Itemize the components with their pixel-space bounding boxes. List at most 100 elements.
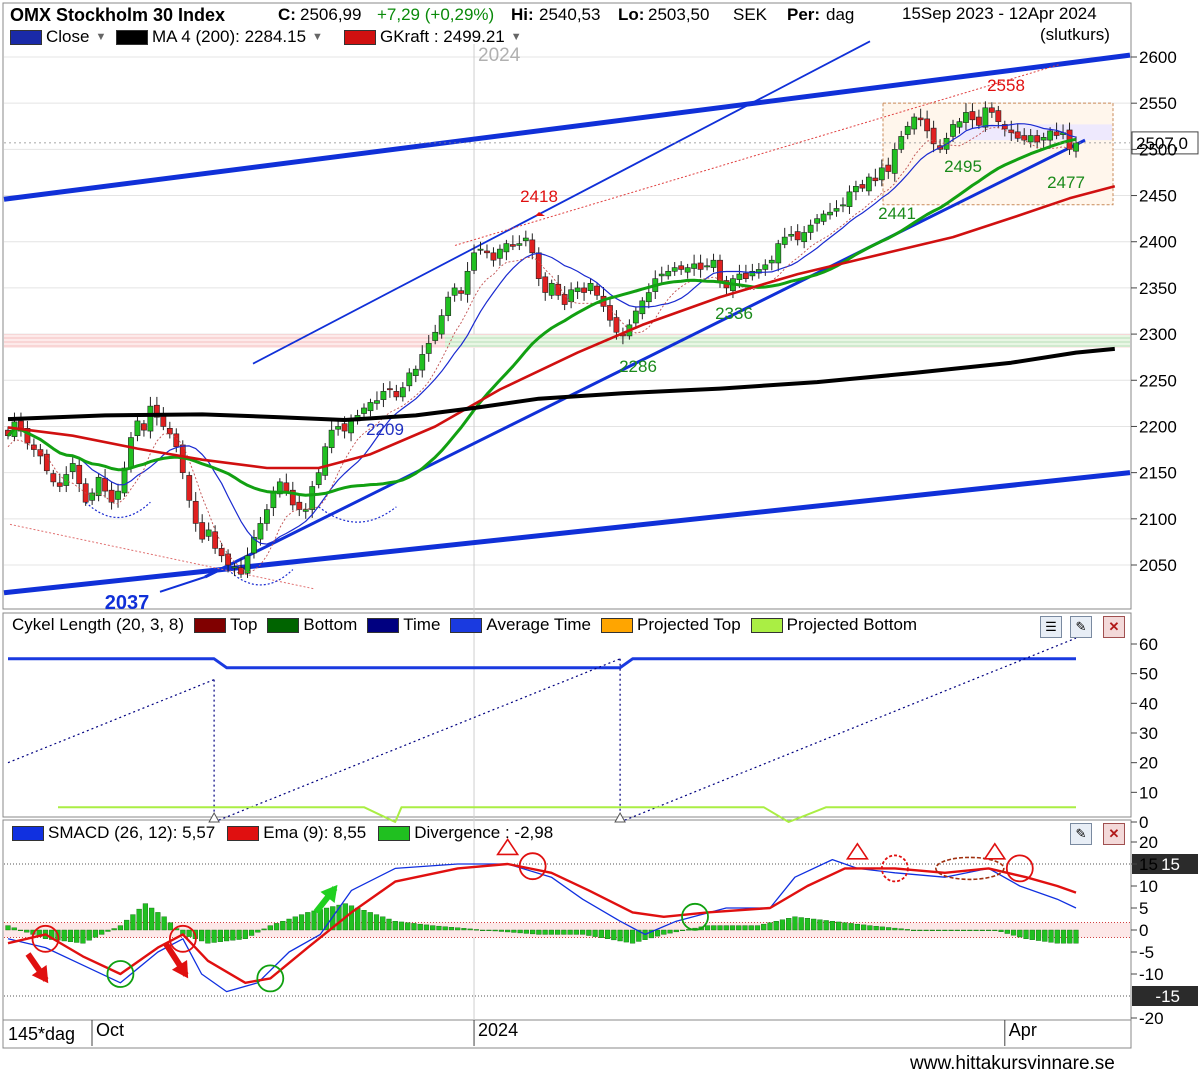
divergence-bar bbox=[654, 929, 661, 937]
document-icon[interactable]: ☰ bbox=[1040, 616, 1062, 638]
wrench-icon[interactable]: ✎ bbox=[1070, 823, 1092, 845]
low-value: 2503,50 bbox=[648, 5, 710, 24]
candle bbox=[1040, 137, 1047, 141]
divergence-bar bbox=[261, 928, 267, 931]
divergence-bar bbox=[929, 929, 935, 932]
candle bbox=[529, 239, 536, 254]
divergence-bar bbox=[530, 929, 536, 935]
price-tick-label: 2300 bbox=[1139, 325, 1177, 344]
chevron-down-icon[interactable]: ▼ bbox=[312, 31, 323, 43]
price-tick-label: 2150 bbox=[1139, 464, 1177, 483]
divergence-bar bbox=[617, 929, 623, 942]
divergence-bar bbox=[598, 929, 604, 938]
candle bbox=[613, 317, 620, 333]
divergence-bar bbox=[761, 923, 767, 931]
candle bbox=[762, 264, 769, 270]
candle bbox=[878, 167, 885, 181]
candle bbox=[820, 213, 827, 222]
candle bbox=[374, 400, 380, 404]
divergence-bar bbox=[492, 929, 498, 932]
price-tick-label: 2600 bbox=[1139, 48, 1177, 67]
divergence-bar bbox=[811, 918, 817, 931]
candle bbox=[399, 387, 406, 398]
candle bbox=[775, 243, 782, 264]
divergence-bar bbox=[1029, 929, 1035, 940]
divergence-bar bbox=[305, 912, 311, 931]
divergence-bar bbox=[355, 907, 361, 931]
candle bbox=[218, 548, 225, 557]
divergence-bar bbox=[848, 923, 854, 931]
candle bbox=[814, 218, 820, 224]
divergence-bar bbox=[517, 929, 523, 934]
candle bbox=[264, 509, 270, 524]
macd-band-label: -15 bbox=[1155, 987, 1180, 1006]
macd-tick-label: 0 bbox=[1139, 921, 1148, 940]
candle bbox=[781, 236, 788, 245]
candle bbox=[704, 265, 710, 268]
candle bbox=[794, 231, 801, 241]
time-swatch bbox=[367, 617, 400, 633]
macd-panel-frame bbox=[2, 819, 1132, 1021]
price-tick-label: 2500 bbox=[1139, 140, 1177, 159]
divergence-bar bbox=[592, 929, 598, 937]
candle bbox=[1053, 131, 1060, 136]
divergence-bar bbox=[124, 919, 130, 931]
candle bbox=[853, 186, 859, 193]
divergence-bar bbox=[917, 929, 923, 932]
price-tick-label: 2400 bbox=[1139, 233, 1177, 252]
divergence-bar bbox=[867, 925, 873, 931]
divergence-bar bbox=[586, 929, 592, 936]
legend-gkraft[interactable]: GKraft : 2499.21 ▼ bbox=[344, 27, 522, 47]
currency: SEK bbox=[733, 5, 768, 24]
divergence-bar bbox=[717, 925, 723, 931]
divergence-bar bbox=[167, 922, 173, 931]
candle bbox=[768, 259, 775, 264]
candle bbox=[678, 265, 685, 270]
divergence-bar bbox=[498, 929, 505, 932]
divergence-bar bbox=[411, 923, 417, 931]
website-link[interactable]: www.hittakursvinnare.se bbox=[910, 1053, 1115, 1075]
close-icon[interactable]: ✕ bbox=[1103, 823, 1125, 845]
macd-tick-label: -20 bbox=[1139, 1009, 1164, 1028]
year-watermark: 2024 bbox=[478, 45, 521, 66]
divergence-bar bbox=[511, 929, 517, 933]
divergence-bar bbox=[748, 925, 754, 931]
annotation-label: 2418 bbox=[520, 187, 558, 206]
candle bbox=[555, 283, 562, 296]
chevron-down-icon[interactable]: ▼ bbox=[511, 31, 522, 43]
period-value: dag bbox=[826, 5, 855, 24]
chevron-down-icon[interactable]: ▼ bbox=[95, 31, 106, 43]
candle bbox=[322, 446, 329, 476]
legend-gkraft-label: GKraft : 2499.21 bbox=[380, 27, 505, 46]
divergence-bar bbox=[923, 929, 929, 932]
legend-ma[interactable]: MA 4 (200): 2284.15 ▼ bbox=[116, 27, 323, 47]
cycle-legend: Cykel Length (20, 3, 8) Top Bottom Time … bbox=[12, 615, 917, 635]
divergence-bar bbox=[405, 922, 411, 931]
candle bbox=[801, 232, 808, 243]
divergence-bar bbox=[798, 917, 804, 931]
candle bbox=[69, 463, 76, 473]
projected-top-swatch bbox=[601, 617, 633, 633]
candle bbox=[341, 423, 348, 432]
candle bbox=[205, 529, 212, 537]
stock-chart[interactable]: 2024 24182558220922862336244124952477203… bbox=[0, 0, 1200, 1080]
ma-swatch bbox=[116, 29, 148, 45]
candle bbox=[348, 420, 354, 434]
legend-ema-label: Ema (9): 8,55 bbox=[263, 823, 367, 842]
wrench-icon[interactable]: ✎ bbox=[1070, 616, 1092, 638]
close-icon[interactable]: ✕ bbox=[1103, 616, 1125, 638]
zoom-level[interactable]: 145*dag bbox=[6, 1024, 78, 1045]
legend-close[interactable]: Close ▼ bbox=[10, 27, 106, 47]
period-label: Per: bbox=[787, 5, 821, 24]
divergence-bar bbox=[273, 923, 280, 931]
divergence-bar bbox=[979, 929, 985, 932]
divergence-bar bbox=[461, 928, 467, 931]
divergence-bar bbox=[992, 929, 998, 932]
candle bbox=[63, 474, 70, 486]
candle bbox=[257, 523, 264, 540]
divergence-bar bbox=[117, 925, 124, 931]
divergence-bar bbox=[1010, 929, 1017, 936]
divergence-bar bbox=[786, 918, 792, 931]
divergence-bar bbox=[473, 929, 480, 931]
divergence-bar bbox=[286, 918, 292, 931]
